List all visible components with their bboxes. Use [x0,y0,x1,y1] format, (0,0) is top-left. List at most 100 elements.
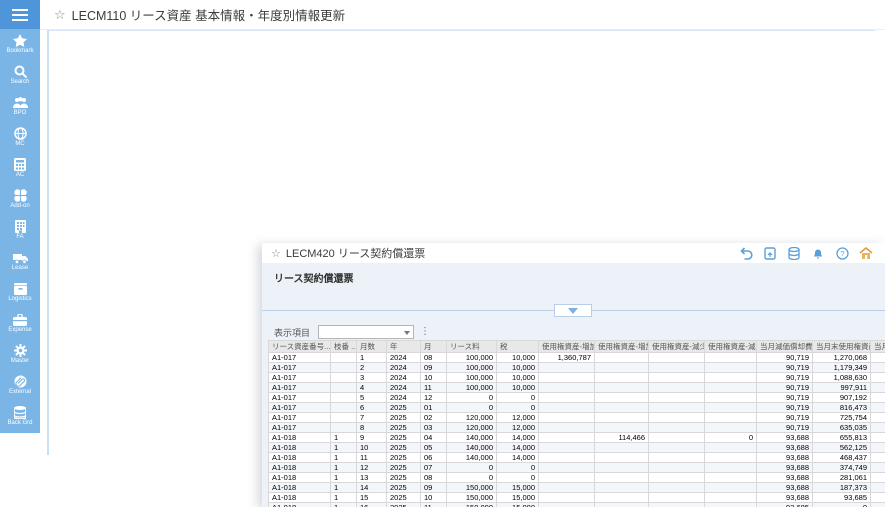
collapse-panel-button[interactable] [554,304,592,317]
sidebar-item-backgrd[interactable]: Back Grd [0,401,40,432]
cell [538,402,595,413]
cell: 907,192 [812,392,871,403]
data-store-button[interactable] [787,246,801,260]
cell: 5 [356,392,387,403]
cell: 15 [356,492,387,503]
sidebar-item-master[interactable]: Master [0,339,40,370]
cell: 140,000 [446,452,497,463]
sidebar-item-addon[interactable]: Add-on [0,184,40,215]
sidebar-item-expense[interactable]: Expense [0,308,40,339]
sidebar-item-mc[interactable]: MC [0,122,40,153]
cell [330,412,357,423]
cell: 7 [356,412,387,423]
cell: 93,688 [756,462,813,473]
cell: 90,719 [756,402,813,413]
notifications-button[interactable] [811,246,825,260]
cell: 4 [356,382,387,393]
cell: 150,000 [446,492,497,503]
cell: 09 [420,482,447,493]
paperclip-icon [14,375,26,388]
cell [594,382,649,393]
cell [330,422,357,433]
sidebar-item-logistics[interactable]: Logistics [0,277,40,308]
cell: 10,000 [496,352,539,363]
table-row[interactable]: A1-017 1 2024 08 100,000 10,000 1,360,787 90,71… [268,352,885,363]
menu-button[interactable] [0,0,40,29]
favorite-star-icon[interactable]: ☆ [271,247,281,260]
column-header: 使用権資産-増加 新規契... [538,340,595,353]
help-button[interactable]: ? [835,246,849,260]
report-button[interactable] [763,246,777,260]
cell: 1 [330,492,357,503]
app-root: { "colors":{"sidebar":"#7ab5e6","accent_… [0,0,885,507]
table-row[interactable]: A1-017 4 2024 11 100,000 10,000 90,719 997,911 [268,382,885,393]
sidebar-item-bpo[interactable]: BPO [0,91,40,122]
cell: 1,179,349 [812,362,871,373]
cell [594,412,649,423]
sidebar-item-ac[interactable]: AC [0,153,40,184]
cell: 10 [356,442,387,453]
cell [594,352,649,363]
table-row[interactable]: A1-017 8 2025 03 120,000 12,000 90,719 635,035 [268,422,885,433]
cell [594,452,649,463]
cell: 2024 [386,352,421,363]
cell: 0 [496,402,539,413]
cell: 150,000 [446,482,497,493]
table-row[interactable]: A1-018 1 10 2025 05 140,000 14,000 93,688 562,12… [268,442,885,453]
sidebar-item-bookmark[interactable]: Bookmark [0,29,40,60]
favorite-star-icon[interactable]: ☆ [54,7,66,23]
database-icon [14,406,26,419]
cell [538,442,595,453]
table-row[interactable]: A1-018 1 9 2025 04 140,000 14,000 114,466 0 93,68… [268,432,885,443]
bell-icon [814,249,822,259]
table-row[interactable]: A1-018 1 12 2025 07 0 0 93,688 374,749 [268,462,885,473]
cell [704,362,757,373]
table-row[interactable]: A1-017 7 2025 02 120,000 12,000 90,719 725,754 [268,412,885,423]
cell: 06 [420,452,447,463]
cell [330,372,357,383]
cell [594,492,649,503]
table-row[interactable]: A1-017 5 2024 12 0 0 90,719 907,192 [268,392,885,403]
cell: 655,813 [812,432,871,443]
cell: 0 [446,462,497,473]
cell [648,362,705,373]
cell [870,392,885,403]
panel-accent-edge [47,30,49,455]
cell: 01 [420,402,447,413]
cell: 0 [446,402,497,413]
undo-button[interactable] [739,246,753,260]
cell [704,492,757,503]
cell [594,392,649,403]
table-row[interactable]: A1-018 1 11 2025 06 140,000 14,000 93,688 468,43… [268,452,885,463]
cell: 0 [446,472,497,483]
sidebar-item-external[interactable]: External [0,370,40,401]
table-row[interactable]: A1-017 3 2024 10 100,000 10,000 90,719 1,088,63… [268,372,885,383]
cell: 725,754 [812,412,871,423]
cell: 100,000 [446,382,497,393]
cell: 12,000 [496,422,539,433]
exit-button[interactable] [859,246,873,260]
cell: 2025 [386,472,421,483]
table-row[interactable]: A1-018116202511150,00015,000 93,6850 [268,502,885,507]
table-row[interactable]: A1-018 1 15 2025 10 150,000 15,000 93,688 93,685 [268,492,885,503]
table-row[interactable]: A1-017 6 2025 01 0 0 90,719 816,473 [268,402,885,413]
globe-icon [13,127,27,140]
table-row[interactable]: A1-018 1 13 2025 08 0 0 93,688 281,061 [268,472,885,483]
sidebar-item-fa[interactable]: FA [0,215,40,246]
cell: 09 [420,362,447,373]
cell [538,502,595,507]
cell: A1-018 [268,482,331,493]
cell [870,382,885,393]
cell [330,362,357,373]
table-row[interactable]: A1-017 2 2024 09 100,000 10,000 90,719 1,179,34… [268,362,885,373]
sidebar-item-search[interactable]: Search [0,60,40,91]
cell: 07 [420,462,447,473]
cell: 0 [446,392,497,403]
sidebar-item-lease[interactable]: Lease [0,246,40,277]
display-item-select[interactable] [318,325,415,339]
cell: 2024 [386,372,421,383]
column-settings-button[interactable]: ⋮ [420,327,430,337]
cell: 635,035 [812,422,871,433]
table-row[interactable]: A1-018 1 14 2025 09 150,000 15,000 93,688 187,37… [268,482,885,493]
cell [704,482,757,493]
